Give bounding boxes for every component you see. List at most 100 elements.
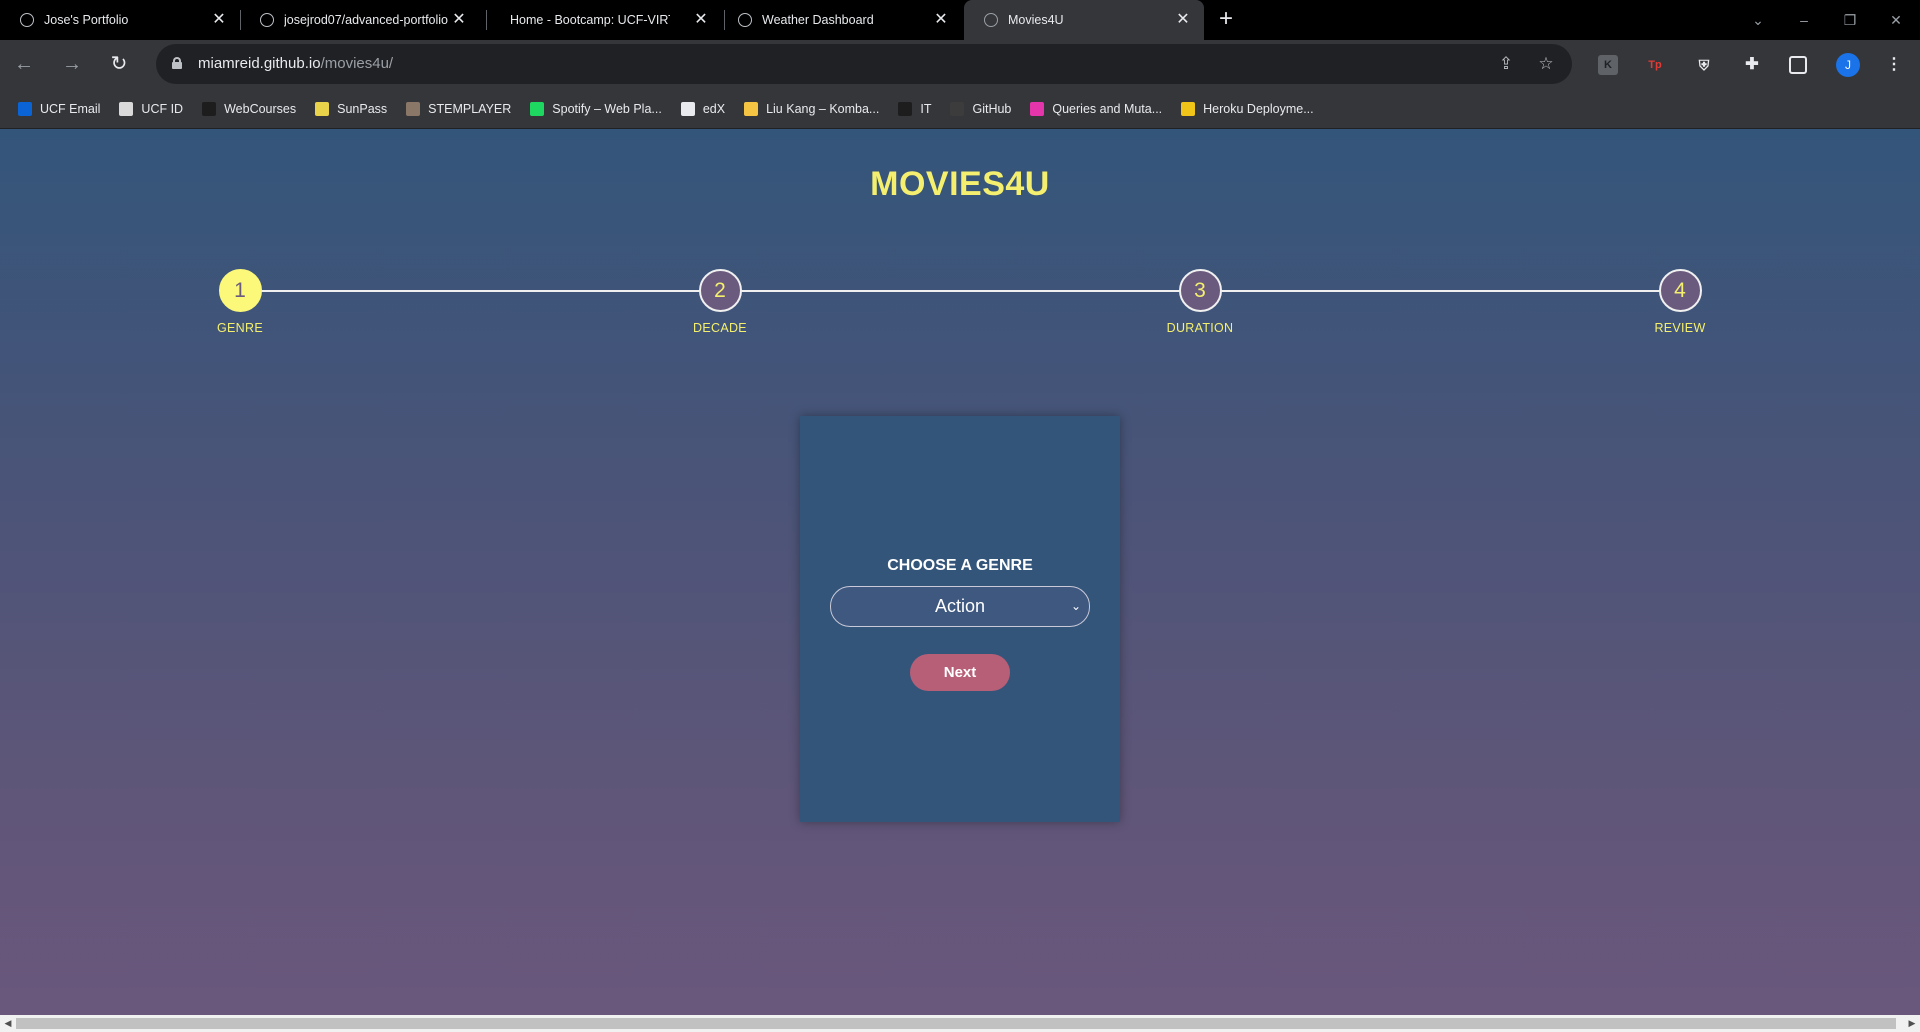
minimize-icon[interactable]: – (1792, 8, 1816, 32)
it-icon (898, 101, 913, 116)
reload-icon[interactable]: ↻ (105, 50, 133, 78)
scroll-left-arrow-icon[interactable]: ◀ (0, 1015, 16, 1032)
tab-movies4u[interactable]: Movies4U ✕ (964, 0, 1204, 40)
tab-title: Movies4U (1008, 13, 1064, 27)
tab-title: Jose's Portfolio (44, 13, 129, 27)
bookmark-item[interactable]: Heroku Deployme... (1181, 101, 1314, 116)
lock-icon[interactable] (172, 57, 182, 69)
tab-advanced-portfolio[interactable]: josejrod07/advanced-portfolio ✕ (240, 0, 480, 40)
url-host: miamreid.github.io (198, 55, 321, 72)
bookmark-item[interactable]: edX (680, 101, 726, 116)
stemplayer-icon (406, 101, 421, 116)
extension-k-icon[interactable]: K (1598, 55, 1618, 75)
bookmark-label: Queries and Muta... (1052, 101, 1163, 116)
stepper-line (240, 290, 1680, 292)
bookmark-star-icon[interactable]: ☆ (1536, 54, 1556, 74)
share-icon[interactable]: ⇪ (1496, 54, 1516, 74)
step-label: REVIEW (1654, 321, 1706, 335)
chevron-down-icon: ⌄ (1070, 599, 1081, 613)
bookmark-label: Spotify – Web Pla... (552, 101, 662, 116)
step-circle: 2 (698, 269, 742, 312)
close-icon[interactable]: ✕ (934, 12, 948, 28)
genre-select[interactable]: Action ⌄ (830, 586, 1090, 627)
scroll-right-arrow-icon[interactable]: ▶ (1904, 1015, 1920, 1032)
ucf-id-icon (119, 101, 134, 116)
bookmark-item[interactable]: Liu Kang – Komba... (744, 101, 880, 116)
bookmark-item[interactable]: WebCourses (202, 101, 297, 116)
horizontal-scrollbar[interactable]: ◀ ▶ (0, 1015, 1920, 1032)
back-icon[interactable]: ← (10, 50, 38, 78)
bookmark-label: edX (702, 101, 726, 116)
bookmark-label: Liu Kang – Komba... (766, 101, 880, 116)
movies4u-page: MOVIES4U 1 GENRE 2 DECADE 3 DURATION 4 R… (0, 129, 1920, 1015)
bookmark-item[interactable]: Spotify – Web Pla... (530, 101, 662, 116)
step-circle: 4 (1658, 269, 1702, 312)
bookmark-label: WebCourses (224, 101, 297, 116)
scrollbar-thumb[interactable] (16, 1018, 1896, 1029)
globe-icon (984, 13, 998, 27)
bookmark-item[interactable]: UCF Email (18, 101, 101, 116)
tab-joses-portfolio[interactable]: Jose's Portfolio ✕ (0, 0, 240, 40)
webcourses-icon (202, 101, 217, 116)
tab-strip: Jose's Portfolio ✕ josejrod07/advanced-p… (0, 0, 1920, 40)
close-icon[interactable]: ✕ (694, 12, 708, 28)
sunpass-icon (315, 101, 330, 116)
bookmark-item[interactable]: STEMPLAYER (406, 101, 512, 116)
extensions-puzzle-icon[interactable]: ✚ (1742, 55, 1762, 75)
bookmark-item[interactable]: UCF ID (119, 101, 184, 116)
step-genre: 1 GENRE (180, 269, 300, 335)
tab-title: Weather Dashboard (762, 13, 874, 27)
github-icon (260, 13, 274, 27)
bookmark-label: STEMPLAYER (428, 101, 512, 116)
step-circle: 3 (1178, 269, 1222, 312)
liu-kang-icon (744, 101, 759, 116)
menu-dots-icon[interactable]: ⋮ (1884, 55, 1904, 75)
url-text[interactable]: miamreid.github.io/movies4u/ (198, 55, 393, 72)
globe-icon (738, 13, 752, 27)
close-window-icon[interactable]: ✕ (1884, 8, 1908, 32)
close-icon[interactable]: ✕ (1176, 12, 1190, 28)
close-icon[interactable]: ✕ (212, 12, 226, 28)
extension-tp-icon[interactable]: Tp (1645, 55, 1665, 75)
bookmark-item[interactable]: Queries and Muta... (1030, 101, 1163, 116)
genre-selected-value: Action (934, 596, 986, 616)
restore-icon[interactable]: ❐ (1838, 8, 1862, 32)
browser-toolbar: ← → ↻ miamreid.github.io/movies4u/ ⇪ ☆ K… (0, 40, 1920, 89)
bookmark-label: Heroku Deployme... (1203, 101, 1314, 116)
step-circle: 1 (218, 269, 262, 312)
forward-icon[interactable]: → (58, 50, 86, 78)
tab-bootcamp[interactable]: Home - Bootcamp: UCF-VIRT-I ✕ (486, 0, 722, 40)
step-label: GENRE (217, 321, 263, 335)
bookmark-label: GitHub (972, 101, 1012, 116)
step-duration: 3 DURATION (1140, 269, 1260, 335)
next-button[interactable]: Next (910, 654, 1010, 691)
bookmark-item[interactable]: SunPass (315, 101, 388, 116)
close-icon[interactable]: ✕ (452, 12, 466, 28)
github-icon (950, 101, 965, 116)
bookmark-item[interactable]: GitHub (950, 101, 1012, 116)
bookmark-label: UCF Email (40, 101, 101, 116)
js-icon (1181, 101, 1196, 116)
outlook-icon (18, 101, 32, 116)
step-decade: 2 DECADE (660, 269, 780, 335)
genre-card: CHOOSE A GENRE Action ⌄ Next (800, 416, 1120, 822)
address-bar[interactable]: miamreid.github.io/movies4u/ ⇪ ☆ (156, 44, 1572, 84)
tab-weather-dashboard[interactable]: Weather Dashboard ✕ (718, 0, 962, 40)
spotify-icon (530, 101, 545, 116)
bookmark-label: SunPass (337, 101, 388, 116)
genre-prompt: CHOOSE A GENRE (887, 557, 1033, 574)
step-review: 4 REVIEW (1620, 269, 1740, 335)
bookmark-label: UCF ID (141, 101, 184, 116)
tab-search-icon[interactable]: ⌄ (1746, 8, 1770, 32)
step-label: DECADE (693, 321, 747, 335)
shield-icon[interactable]: ⛨ (1694, 55, 1714, 75)
side-panel-icon[interactable] (1789, 56, 1807, 74)
bookmark-label: IT (920, 101, 932, 116)
new-tab-icon[interactable]: + (1214, 7, 1238, 32)
graphql-icon (1030, 101, 1045, 116)
bookmark-item[interactable]: IT (898, 101, 932, 116)
profile-avatar[interactable]: J (1836, 53, 1860, 77)
step-label: DURATION (1166, 321, 1234, 335)
bookmarks-bar: UCF Email UCF ID WebCourses SunPass STEMPLAY… (0, 89, 1920, 129)
edx-icon (680, 101, 695, 116)
